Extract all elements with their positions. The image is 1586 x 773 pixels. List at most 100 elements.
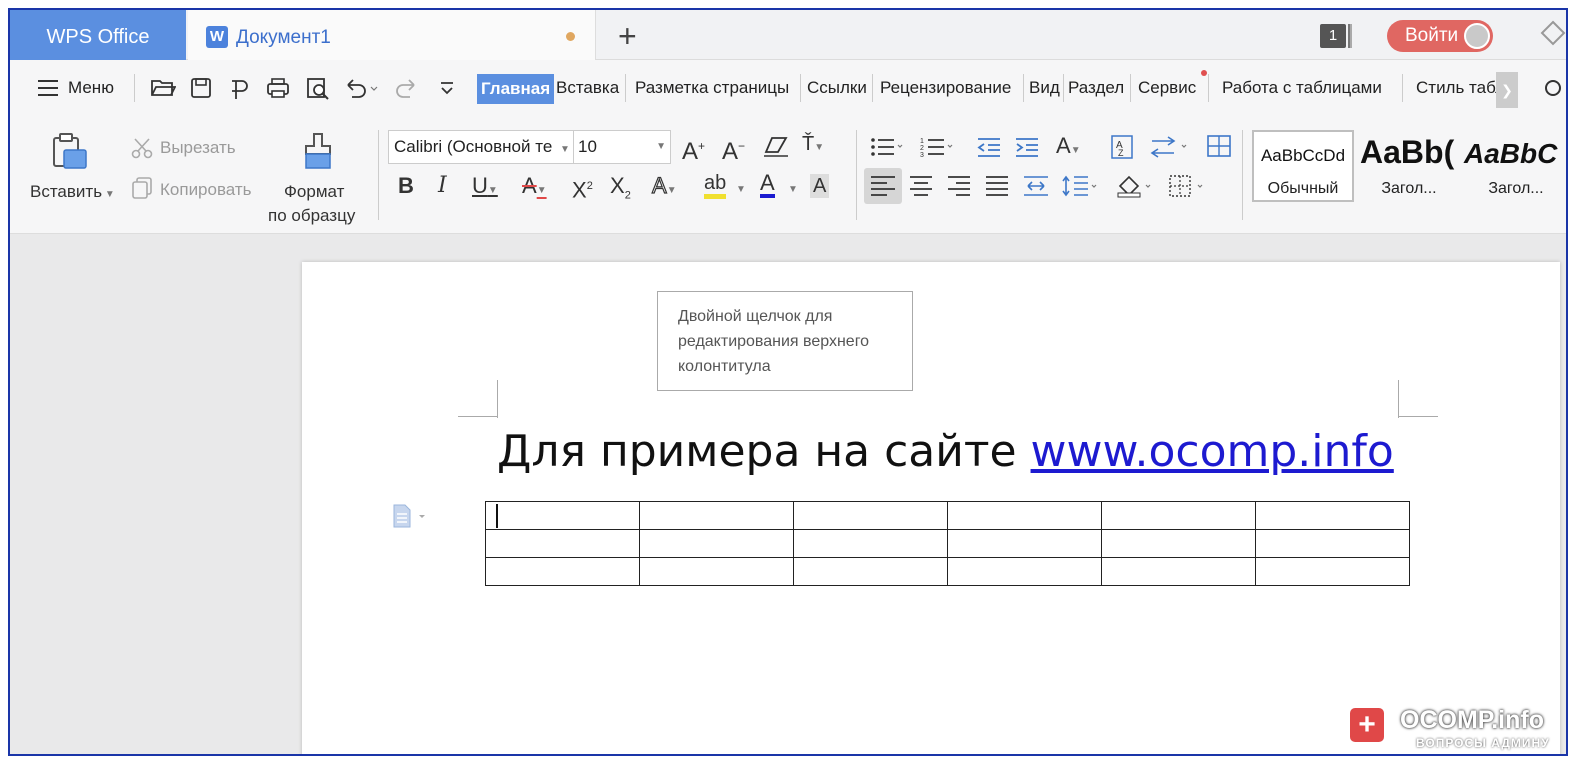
line-spacing-icon[interactable] bbox=[1062, 174, 1100, 203]
shading-icon[interactable] bbox=[1116, 174, 1156, 203]
table-layout-icon[interactable] bbox=[1206, 134, 1232, 163]
undo-icon[interactable] bbox=[344, 77, 378, 105]
style-heading-1[interactable]: AaBb( Загол... bbox=[1358, 130, 1460, 202]
shrink-font-icon[interactable]: A− bbox=[722, 134, 745, 164]
document-page[interactable]: Двойной щелчок для редактирования верхне… bbox=[302, 262, 1560, 754]
menu-button[interactable]: Меню bbox=[68, 78, 114, 98]
bold-icon[interactable]: B bbox=[398, 174, 414, 198]
open-folder-icon[interactable] bbox=[150, 77, 177, 105]
tab-home[interactable]: Главная bbox=[477, 74, 555, 104]
tab-service[interactable]: Сервис bbox=[1138, 78, 1196, 98]
superscript-icon[interactable]: X2 bbox=[572, 174, 593, 202]
cut-button[interactable]: Вырезать bbox=[160, 138, 236, 158]
table-cell[interactable] bbox=[1255, 557, 1410, 586]
hamburger-icon[interactable] bbox=[36, 78, 60, 104]
format-painter-label-1[interactable]: Формат bbox=[284, 182, 344, 202]
numbering-icon[interactable]: 123 bbox=[920, 136, 954, 163]
tab-document[interactable]: W Документ1 bbox=[188, 10, 596, 60]
grow-font-icon[interactable]: A+ bbox=[682, 134, 705, 164]
table-cell[interactable] bbox=[485, 529, 640, 558]
tab-insert[interactable]: Вставка bbox=[556, 78, 619, 98]
table-cell[interactable] bbox=[639, 501, 794, 530]
format-painter-icon[interactable] bbox=[300, 132, 336, 177]
print-preview-icon[interactable] bbox=[306, 77, 330, 107]
font-name-select[interactable]: Calibri (Основной те bbox=[388, 130, 574, 164]
table-cell[interactable] bbox=[485, 557, 640, 586]
tab-section[interactable]: Раздел bbox=[1068, 78, 1124, 98]
window-count-badge[interactable]: 1 bbox=[1320, 24, 1346, 48]
search-icon[interactable] bbox=[1542, 77, 1566, 107]
copy-icon[interactable] bbox=[130, 176, 154, 205]
table-options-icon[interactable] bbox=[392, 504, 426, 534]
format-painter-label-2[interactable]: по образцу bbox=[268, 206, 355, 226]
align-left-button[interactable] bbox=[864, 168, 902, 204]
increase-indent-icon[interactable] bbox=[1014, 136, 1040, 163]
redo-icon[interactable] bbox=[394, 77, 418, 105]
align-right-icon[interactable] bbox=[946, 174, 972, 203]
distribute-icon[interactable] bbox=[1022, 174, 1050, 203]
customize-toolbar-icon[interactable] bbox=[438, 77, 456, 105]
tab-view[interactable]: Вид bbox=[1029, 78, 1060, 98]
justify-icon[interactable] bbox=[984, 174, 1010, 203]
tab-table-tools[interactable]: Работа с таблицами bbox=[1222, 78, 1382, 98]
change-case-icon[interactable]: A▼ bbox=[1056, 134, 1081, 163]
heading-link[interactable]: www.ocomp.info bbox=[1031, 426, 1394, 477]
subscript-icon[interactable]: X2 bbox=[610, 173, 631, 207]
style-heading-2[interactable]: AaBbC Загол... bbox=[1462, 130, 1566, 202]
paste-icon[interactable] bbox=[50, 132, 90, 177]
table-cell[interactable] bbox=[793, 529, 948, 558]
table-cell[interactable] bbox=[1255, 529, 1410, 558]
font-size-select[interactable]: 10 ▼ bbox=[573, 130, 671, 164]
table-cell[interactable] bbox=[1101, 529, 1256, 558]
paste-button[interactable]: Вставить ▼ bbox=[30, 182, 115, 202]
char-shading-icon[interactable]: A bbox=[810, 174, 830, 198]
copy-button[interactable]: Копировать bbox=[160, 180, 252, 200]
table-cell[interactable] bbox=[947, 529, 1102, 558]
italic-icon[interactable]: I bbox=[438, 174, 447, 198]
tab-wps-office[interactable]: WPS Office bbox=[10, 10, 186, 60]
document-table[interactable] bbox=[485, 501, 1410, 586]
export-icon[interactable] bbox=[228, 77, 252, 107]
font-color-icon[interactable]: A bbox=[760, 172, 775, 198]
table-cell[interactable] bbox=[947, 557, 1102, 586]
align-center-icon[interactable] bbox=[908, 174, 934, 203]
table-cell[interactable] bbox=[1101, 501, 1256, 530]
paragraph-spacing-icon[interactable] bbox=[1150, 136, 1190, 163]
tab-table-style[interactable]: Стиль табл bbox=[1416, 78, 1505, 98]
svg-text:3: 3 bbox=[920, 152, 924, 158]
highlight-icon[interactable]: ab bbox=[704, 172, 727, 199]
clear-format-icon[interactable] bbox=[762, 134, 790, 163]
table-cell[interactable] bbox=[639, 557, 794, 586]
save-icon[interactable] bbox=[190, 77, 212, 105]
cut-icon[interactable] bbox=[130, 136, 154, 165]
document-heading[interactable]: Для примера на сайте www.ocomp.info bbox=[497, 426, 1394, 477]
scroll-tabs-right-icon[interactable]: ❯ bbox=[1496, 72, 1518, 108]
text-effects-icon[interactable]: A▼ bbox=[651, 173, 676, 203]
tab-review[interactable]: Рецензирование bbox=[880, 78, 1011, 98]
tab-references[interactable]: Ссылки bbox=[807, 78, 867, 98]
table-cell[interactable] bbox=[793, 501, 948, 530]
login-button[interactable]: Войти bbox=[1387, 20, 1493, 52]
avatar-icon bbox=[1464, 23, 1490, 49]
premium-icon[interactable] bbox=[1540, 20, 1566, 50]
sort-icon[interactable]: AZ bbox=[1110, 134, 1134, 165]
strikethrough-icon[interactable]: A▼ bbox=[522, 174, 547, 203]
underline-icon[interactable]: U▼ bbox=[472, 174, 498, 203]
borders-icon[interactable] bbox=[1168, 174, 1208, 203]
table-cell[interactable] bbox=[639, 529, 794, 558]
table-cell[interactable] bbox=[485, 501, 640, 530]
table-cell[interactable] bbox=[947, 501, 1102, 530]
table-cell[interactable] bbox=[1255, 501, 1410, 530]
chevron-down-icon[interactable]: ▼ bbox=[788, 184, 798, 195]
chevron-down-icon[interactable]: ▼ bbox=[736, 184, 746, 195]
print-icon[interactable] bbox=[266, 77, 290, 105]
phonetic-guide-icon[interactable]: Ť▼ bbox=[802, 132, 824, 160]
new-tab-button[interactable]: + bbox=[618, 16, 637, 56]
chevron-down-icon[interactable]: ▼ bbox=[560, 144, 570, 155]
decrease-indent-icon[interactable] bbox=[976, 136, 1002, 163]
tab-page-layout[interactable]: Разметка страницы bbox=[635, 78, 789, 98]
table-cell[interactable] bbox=[793, 557, 948, 586]
bullets-icon[interactable] bbox=[870, 136, 904, 163]
table-cell[interactable] bbox=[1101, 557, 1256, 586]
style-normal[interactable]: AaBbCcDd Обычный bbox=[1252, 130, 1354, 202]
